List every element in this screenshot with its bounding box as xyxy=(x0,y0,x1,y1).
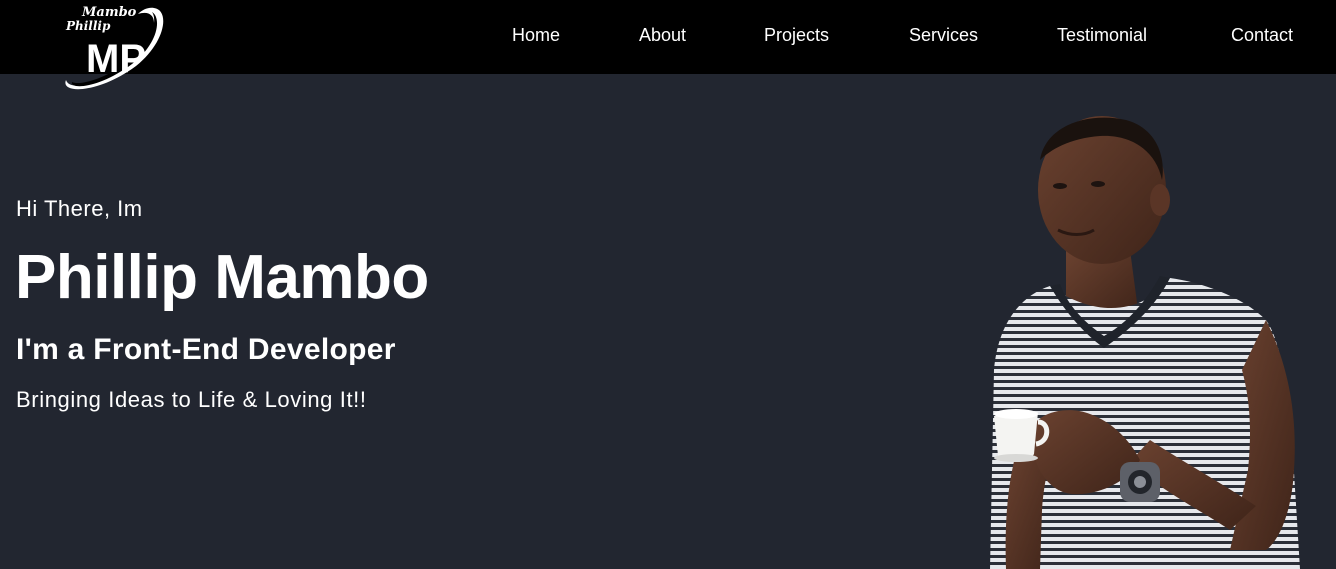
nav-link-home[interactable]: Home xyxy=(512,24,560,46)
page: Home About Projects Services Testimonial… xyxy=(0,0,1336,569)
hero-greeting: Hi There, Im xyxy=(16,196,143,221)
hero-tagline: Bringing Ideas to Life & Loving It!! xyxy=(16,387,367,412)
nav-link-services[interactable]: Services xyxy=(909,24,978,46)
profile-photo xyxy=(990,116,1300,569)
hero-name: Phillip Mambo xyxy=(15,243,429,312)
site-logo[interactable]: MP Mambo Phillip xyxy=(58,2,168,96)
nav-link-about[interactable]: About xyxy=(639,24,686,46)
navbar: Home About Projects Services Testimonial… xyxy=(0,0,1336,74)
svg-text:Mambo: Mambo xyxy=(81,5,137,20)
nav-link-projects[interactable]: Projects xyxy=(764,24,829,46)
logo-mark-icon: MP Mambo Phillip xyxy=(65,5,164,90)
nav-link-contact[interactable]: Contact xyxy=(1231,24,1293,46)
svg-text:Phillip: Phillip xyxy=(65,19,111,33)
svg-text:MP: MP xyxy=(86,37,146,81)
nav-link-testimonial[interactable]: Testimonial xyxy=(1057,24,1147,46)
hero-role: I'm a Front-End Developer xyxy=(16,333,396,366)
